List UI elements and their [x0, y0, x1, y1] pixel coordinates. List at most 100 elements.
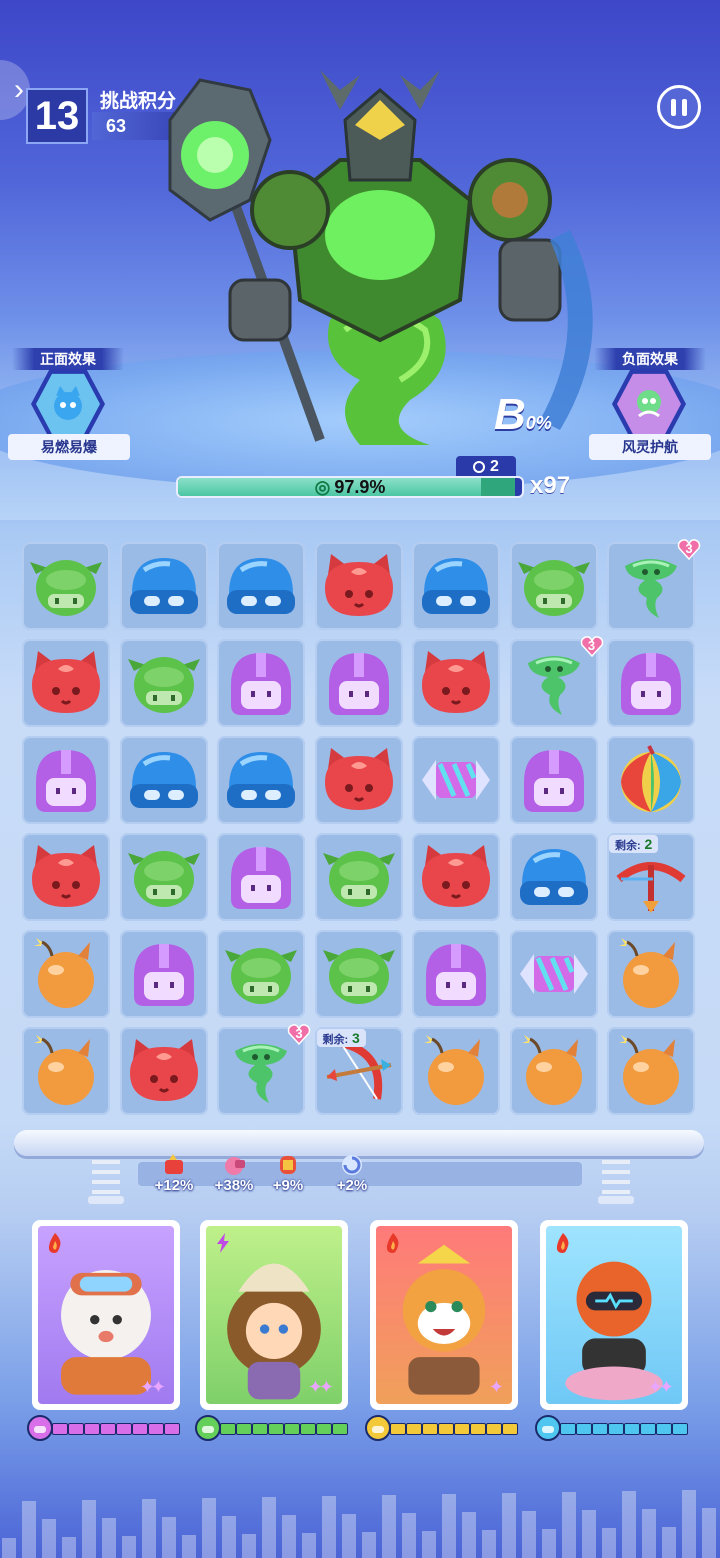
- blue-helmet-icon: [535, 1415, 561, 1441]
- equalizer-bar: [542, 1529, 556, 1558]
- pause-button[interactable]: [657, 85, 701, 129]
- board-cell[interactable]: 剩余: 2: [607, 833, 695, 921]
- heart-count-badge: 3: [580, 635, 604, 657]
- charge-segment: [84, 1423, 100, 1435]
- buff-value: +12%: [154, 1177, 194, 1194]
- equalizer-bar: [642, 1509, 656, 1558]
- board-cell[interactable]: [119, 833, 208, 921]
- board-cell[interactable]: 3: [509, 636, 603, 727]
- board-cell[interactable]: [217, 542, 305, 630]
- green-goblin-piece-icon: [322, 948, 395, 1004]
- board-cell[interactable]: [509, 542, 598, 630]
- board-cell[interactable]: 剩余: 3: [314, 1027, 403, 1115]
- buff-item: +38%: [204, 1152, 264, 1194]
- board-cell[interactable]: [314, 736, 403, 824]
- board-cell[interactable]: [22, 736, 110, 824]
- equalizer-decoration: [2, 1490, 716, 1558]
- equalizer-bar: [222, 1516, 236, 1558]
- board-cell[interactable]: [119, 930, 208, 1018]
- green-goblin-piece-icon: [127, 657, 200, 713]
- hero-bear-pilot[interactable]: ✦✦: [32, 1220, 180, 1410]
- board-cell[interactable]: [412, 1027, 500, 1115]
- fire-element-icon: [48, 1233, 61, 1253]
- equalizer-bar: [382, 1495, 396, 1558]
- board-cell[interactable]: [314, 639, 403, 727]
- board-cell[interactable]: [607, 736, 695, 824]
- equalizer-bar: [462, 1512, 476, 1558]
- board-cell[interactable]: [509, 930, 598, 1018]
- board-cell[interactable]: [607, 639, 695, 727]
- hero-lion-girl[interactable]: ✦✦: [200, 1220, 348, 1410]
- board-cell[interactable]: [22, 639, 110, 727]
- board-cell[interactable]: [217, 639, 305, 727]
- candy-piece-icon: [422, 760, 490, 800]
- board-cell[interactable]: [607, 1027, 695, 1115]
- red-cat-icon: [365, 1415, 391, 1441]
- hero-stars: ✦✦: [139, 1377, 166, 1397]
- blue-helmet-piece-icon: [129, 558, 198, 614]
- equalizer-bar: [402, 1513, 416, 1558]
- board-cell[interactable]: [412, 639, 500, 727]
- bomb-piece-icon: [424, 1035, 484, 1105]
- board-cell[interactable]: [217, 930, 305, 1018]
- hero-portrait: ✦✦: [38, 1226, 174, 1404]
- heart-count-badge: 3: [677, 538, 701, 560]
- board-cell[interactable]: [314, 542, 403, 630]
- charge-segment: [332, 1423, 348, 1435]
- charge-segment: [316, 1423, 332, 1435]
- cannon-icon: [225, 1157, 245, 1175]
- turn-counter: 2: [456, 456, 516, 478]
- purple-helmet-piece-icon: [133, 944, 194, 1006]
- hero-portrait: ✦✦: [546, 1226, 682, 1404]
- hero-stars: ✦: [488, 1377, 504, 1397]
- board-cell[interactable]: [412, 930, 500, 1018]
- hero-charge-bar: [364, 1414, 524, 1442]
- equalizer-bar: [302, 1533, 316, 1558]
- board-cell[interactable]: [314, 833, 403, 921]
- board-cell[interactable]: [22, 833, 110, 921]
- charge-segment: [236, 1423, 252, 1435]
- spring-icon: [598, 1160, 634, 1204]
- board-cell[interactable]: [22, 1027, 110, 1115]
- match-board: 3 3 剩余: 2 3 剩余: 3: [22, 539, 701, 1120]
- positive-effect-name: 易燃易爆: [8, 434, 130, 460]
- board-cell[interactable]: [22, 930, 110, 1018]
- equalizer-bar: [42, 1519, 56, 1558]
- board-cell[interactable]: [22, 542, 110, 630]
- buff-item: +2%: [322, 1152, 382, 1194]
- board-cell[interactable]: [119, 1027, 208, 1115]
- clock-icon: [473, 461, 486, 473]
- hero-robot-panda[interactable]: ✦✦: [540, 1220, 688, 1410]
- red-cat-piece-icon: [324, 554, 393, 616]
- hero-charge-bar: [26, 1414, 186, 1442]
- board-cell[interactable]: [412, 542, 500, 630]
- charge-segment: [438, 1423, 454, 1435]
- board-cell[interactable]: [314, 930, 403, 1018]
- boss-arena: › 13 挑战积分 63 正面效果 易燃易爆 负面效果 风灵护航 B0% 2 ◎…: [0, 0, 720, 520]
- board-cell[interactable]: [412, 833, 500, 921]
- board-cell[interactable]: [217, 833, 305, 921]
- board-cell[interactable]: [217, 736, 305, 824]
- fire-element-icon: [556, 1233, 569, 1253]
- equalizer-bar: [142, 1499, 156, 1558]
- equalizer-bar: [622, 1491, 636, 1558]
- blue-helmet-piece-icon: [227, 558, 295, 614]
- board-cell[interactable]: [509, 1027, 598, 1115]
- board-cell[interactable]: [509, 736, 598, 824]
- equalizer-bar: [82, 1500, 96, 1558]
- equalizer-bar: [262, 1497, 276, 1558]
- bomb-piece-icon: [34, 1035, 94, 1105]
- board-cell[interactable]: 3: [217, 1024, 311, 1115]
- green-goblin-piece-icon: [517, 560, 590, 616]
- green-goblin-piece-icon: [127, 851, 200, 907]
- purple-helmet-piece-icon: [328, 653, 389, 715]
- board-cell[interactable]: [509, 833, 598, 921]
- board-cell[interactable]: [119, 542, 208, 630]
- board-cell[interactable]: [119, 736, 208, 824]
- hero-tiger-monk[interactable]: ✦: [370, 1220, 518, 1410]
- board-cell[interactable]: 3: [607, 539, 701, 630]
- board-cell[interactable]: [119, 639, 208, 727]
- red-cat-piece-icon: [422, 845, 490, 907]
- board-cell[interactable]: [412, 736, 500, 824]
- board-cell[interactable]: [607, 930, 695, 1018]
